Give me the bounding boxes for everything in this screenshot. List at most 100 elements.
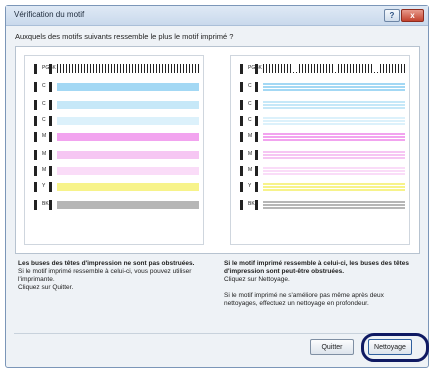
color-bar — [263, 101, 405, 109]
left-description-line1: Si le motif imprimé ressemble à celui-ci… — [18, 268, 192, 283]
row-mark — [49, 116, 52, 126]
missing-line — [263, 188, 405, 189]
row-mark — [34, 166, 37, 176]
row-mark — [49, 166, 52, 176]
left-description: Les buses des têtes d'impression ne sont… — [18, 260, 208, 292]
row-mark — [49, 82, 52, 92]
pattern-row: M — [34, 166, 199, 176]
row-label: M — [42, 167, 47, 173]
pattern-row: PGBK — [240, 64, 405, 74]
row-marks: M — [240, 132, 260, 142]
color-bar — [57, 133, 199, 141]
row-label: M — [42, 151, 47, 157]
left-description-bold: Les buses des têtes d'impression ne sont… — [18, 260, 195, 267]
row-mark — [240, 100, 243, 110]
help-icon: ? — [389, 11, 395, 20]
pattern-row: PGBK — [34, 64, 199, 74]
row-mark — [255, 150, 258, 160]
row-marks: C — [240, 82, 260, 92]
row-label: Y — [42, 183, 46, 189]
cleaning-button-highlight — [361, 333, 429, 362]
pattern-row: M — [34, 132, 199, 142]
row-mark — [34, 82, 37, 92]
nozzle-check-bar — [57, 64, 199, 73]
left-description-line2: Cliquez sur Quitter. — [18, 284, 74, 291]
missing-line — [263, 206, 405, 207]
row-marks: Y — [240, 182, 260, 192]
row-marks: C — [240, 100, 260, 110]
missing-line — [263, 135, 405, 136]
color-bar — [263, 133, 405, 141]
row-label: Y — [248, 183, 252, 189]
missing-line — [263, 88, 405, 89]
row-mark — [34, 64, 37, 74]
row-marks: PGBK — [34, 64, 56, 74]
pattern-row: Y — [34, 182, 199, 192]
title-bar: Vérification du motif ? x — [6, 6, 428, 26]
row-mark — [34, 116, 37, 126]
row-label: BK — [42, 201, 49, 207]
row-label: C — [42, 101, 46, 107]
row-mark — [49, 150, 52, 160]
color-bar — [263, 83, 405, 91]
pattern-normal[interactable]: PGBK C C C M M M Y BK — [24, 55, 204, 245]
row-mark — [255, 166, 258, 176]
help-button[interactable]: ? — [384, 9, 400, 22]
color-bar — [263, 151, 405, 159]
right-description-bold: Si le motif imprimé ressemble à celui-ci… — [224, 260, 409, 275]
dialog-window: Vérification du motif ? x Auxquels des m… — [5, 5, 429, 368]
row-mark — [49, 200, 52, 210]
row-label: C — [248, 101, 252, 107]
row-label: C — [42, 117, 46, 123]
separator — [14, 333, 420, 334]
row-label: PGBK — [248, 65, 262, 71]
pattern-row: C — [34, 116, 199, 126]
missing-line — [263, 119, 405, 120]
row-label: C — [248, 117, 252, 123]
row-mark — [240, 166, 243, 176]
row-label: M — [248, 133, 253, 139]
missing-line — [263, 156, 405, 157]
pattern-row: C — [240, 116, 405, 126]
pattern-clogged[interactable]: PGBK C C C M M M Y BK — [230, 55, 410, 245]
row-mark — [255, 116, 258, 126]
close-button[interactable]: x — [401, 9, 424, 22]
nozzle-check-bar — [263, 64, 405, 73]
quit-button[interactable]: Quitter — [310, 339, 354, 355]
pattern-row: C — [240, 82, 405, 92]
row-mark — [255, 200, 258, 210]
row-mark — [240, 150, 243, 160]
row-marks: PGBK — [240, 64, 262, 74]
color-bar — [57, 117, 199, 125]
row-mark — [255, 132, 258, 142]
pattern-row: M — [240, 150, 405, 160]
row-marks: BK — [240, 200, 260, 210]
missing-line — [263, 122, 405, 123]
pattern-row: BK — [34, 200, 199, 210]
row-mark — [34, 132, 37, 142]
missing-line — [263, 172, 405, 173]
pattern-row: BK — [240, 200, 405, 210]
row-marks: C — [34, 116, 54, 126]
pattern-row: Y — [240, 182, 405, 192]
row-marks: M — [34, 150, 54, 160]
missing-line — [263, 203, 405, 204]
row-marks: M — [34, 166, 54, 176]
row-marks: C — [34, 100, 54, 110]
row-mark — [34, 100, 37, 110]
row-label: M — [42, 133, 47, 139]
close-icon: x — [410, 11, 415, 20]
pattern-row: M — [34, 150, 199, 160]
color-bar — [57, 167, 199, 175]
right-description-line1: Cliquez sur Nettoyage. — [224, 276, 290, 283]
missing-nozzle — [373, 64, 378, 72]
window-title: Vérification du motif — [14, 10, 85, 19]
row-mark — [255, 100, 258, 110]
row-marks: M — [240, 150, 260, 160]
row-label: C — [248, 83, 252, 89]
missing-line — [263, 169, 405, 170]
row-mark — [240, 200, 243, 210]
color-bar — [57, 83, 199, 91]
missing-line — [263, 185, 405, 186]
row-mark — [49, 182, 52, 192]
